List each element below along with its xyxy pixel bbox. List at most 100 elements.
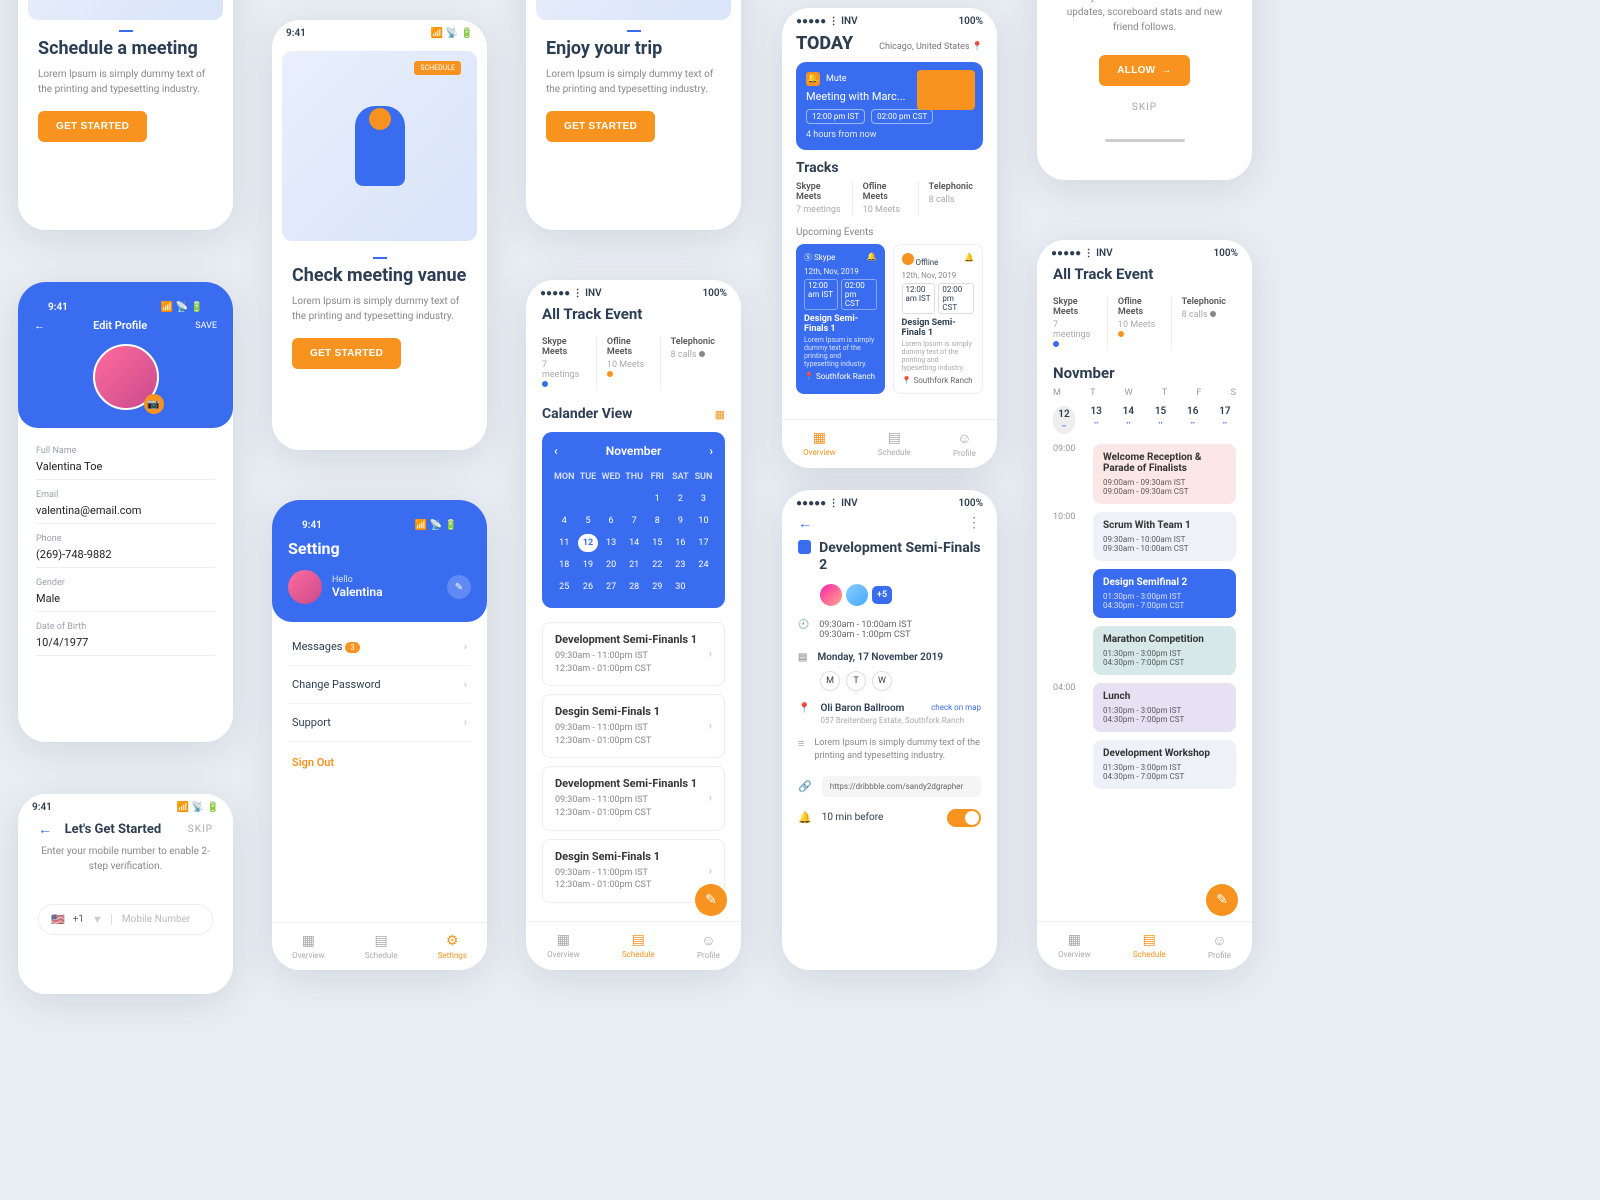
schedule-card[interactable]: Marathon Competition01:30pm - 3:00pm IST… [1093,626,1236,675]
track-item[interactable]: Skype Meets7 meetings [542,337,597,390]
nav-schedule[interactable]: ▤Schedule [878,430,911,458]
cal-day[interactable]: 26 [578,578,597,596]
flag-icon[interactable]: 🇺🇸 [51,913,65,926]
day-pill[interactable]: W [872,671,892,691]
back-icon[interactable]: ← [798,515,812,532]
cal-day[interactable]: 19 [578,556,597,574]
day[interactable]: 17•• [1214,406,1236,434]
track-item[interactable]: Ofline Meets10 Meets [607,337,661,390]
event-item[interactable]: Development Semi-Finanls 109:30am - 11:0… [542,766,725,830]
cal-day[interactable]: 11 [554,534,574,552]
nav-profile[interactable]: ☺Profile [1208,932,1231,960]
nav-overview[interactable]: ▦Overview [803,430,835,458]
event-item[interactable]: Desgin Semi-Finals 109:30am - 11:00pm IS… [542,694,725,758]
track-item[interactable]: Telephonic8 calls [929,182,983,215]
cal-day[interactable]: 28 [625,578,644,596]
edit-icon[interactable]: ✎ [447,575,471,599]
cal-day[interactable]: 17 [694,534,713,552]
schedule-card[interactable]: Scrum With Team 109:30am - 10:00am IST09… [1093,512,1236,561]
cal-day[interactable]: 8 [648,512,667,530]
cal-day[interactable]: 3 [694,490,713,508]
fab-add[interactable]: ✎ [695,884,727,916]
nav-overview[interactable]: ▦Overview [292,933,324,960]
cal-day[interactable]: 22 [648,556,667,574]
cal-day[interactable]: 2 [671,490,690,508]
url-box[interactable]: https://dribbble.com/sandy2dgrapher [822,776,981,797]
cal-day[interactable]: 7 [625,512,644,530]
cal-day[interactable]: 27 [602,578,621,596]
event-item[interactable]: Development Semi-Finanls 109:30am - 11:0… [542,622,725,686]
cal-day[interactable]: 20 [602,556,621,574]
day-pill[interactable]: M [820,671,840,691]
allow-button[interactable]: ALLOW → [1099,55,1189,86]
save-button[interactable]: SAVE [195,321,217,331]
day[interactable]: 15•• [1150,406,1172,434]
field-dob[interactable]: 10/4/1977 [36,632,215,656]
cal-day[interactable]: 25 [554,578,574,596]
map-link[interactable]: check on map [931,703,981,714]
cal-prev-icon[interactable]: ‹ [554,444,558,458]
cal-day[interactable]: 12 [578,534,597,552]
schedule-card[interactable]: Lunch01:30pm - 3:00pm IST04:30pm - 7:00p… [1093,683,1236,732]
day-pill[interactable]: T [846,671,866,691]
attendee-more[interactable]: +5 [872,586,892,604]
day[interactable]: 16•• [1182,406,1204,434]
cal-day[interactable]: 23 [671,556,690,574]
schedule-card[interactable]: Welcome Reception & Parade of Finalists0… [1093,444,1236,504]
track-item[interactable]: Skype Meets7 meetings [1053,297,1108,350]
cal-day[interactable]: 21 [625,556,644,574]
nav-schedule[interactable]: ▤Schedule [1133,932,1166,960]
get-started-button[interactable]: GET STARTED [38,111,147,142]
cal-day[interactable]: 13 [602,534,621,552]
get-started-button[interactable]: GET STARTED [292,338,401,369]
cal-day[interactable]: 4 [554,512,574,530]
fab-add[interactable]: ✎ [1206,884,1238,916]
back-icon[interactable]: ← [34,319,45,332]
cal-day[interactable]: 16 [671,534,690,552]
day[interactable]: 13•• [1085,406,1107,434]
back-icon[interactable]: ← [38,821,52,838]
sign-out-button[interactable]: Sign Out [288,742,471,783]
cal-icon[interactable]: ▦ [715,408,725,421]
nav-schedule[interactable]: ▤Schedule [365,933,398,960]
track-item[interactable]: Ofline Meets10 Meets [1118,297,1172,350]
cal-day[interactable]: 24 [694,556,713,574]
field-name[interactable]: Valentina Toe [36,456,215,480]
change-password-row[interactable]: Change Password› [288,666,471,704]
messages-row[interactable]: Messages 3› [288,628,471,666]
cal-day[interactable]: 30 [671,578,690,596]
reminder-toggle[interactable] [947,809,981,827]
cal-day[interactable]: 15 [648,534,667,552]
field-email[interactable]: valentina@email.com [36,500,215,524]
day[interactable]: 14•• [1117,406,1139,434]
camera-icon[interactable]: 📷 [144,394,164,414]
cal-next-icon[interactable]: › [709,444,713,458]
nav-profile[interactable]: ☺Profile [953,430,976,458]
more-icon[interactable]: ⋮ [967,515,981,532]
nav-settings[interactable]: ⚙Settings [438,933,467,960]
cal-day[interactable]: 18 [554,556,574,574]
nav-overview[interactable]: ▦Overview [547,932,579,960]
skip-button[interactable]: SKIP [1057,102,1232,113]
track-item[interactable]: Telephonic8 calls [671,337,725,390]
field-gender[interactable]: Male [36,588,215,612]
country-code[interactable]: +1 [73,914,84,925]
support-row[interactable]: Support› [288,704,471,742]
track-item[interactable]: Skype Meets7 meetings [796,182,853,215]
field-phone[interactable]: (269)-748-9882 [36,544,215,568]
nav-profile[interactable]: ☺Profile [697,932,720,960]
cal-day[interactable]: 10 [694,512,713,530]
cal-day[interactable]: 29 [648,578,667,596]
upcoming-card-1[interactable]: Ⓢ Skype🔔 12th, Nov, 2019 12:00 am IST02:… [796,244,885,394]
get-started-button[interactable]: GET STARTED [546,111,655,142]
nav-overview[interactable]: ▦Overview [1058,932,1090,960]
cal-day[interactable]: 1 [648,490,667,508]
skip-button[interactable]: SKIP [188,824,213,835]
schedule-card[interactable]: Development Workshop01:30pm - 3:00pm IST… [1093,740,1236,789]
day[interactable]: 12•• [1053,406,1075,434]
location-icon[interactable]: 📍 [972,42,983,52]
cal-day[interactable]: 5 [578,512,597,530]
cal-day[interactable]: 9 [671,512,690,530]
nav-schedule[interactable]: ▤Schedule [622,932,655,960]
cal-day[interactable]: 14 [625,534,644,552]
